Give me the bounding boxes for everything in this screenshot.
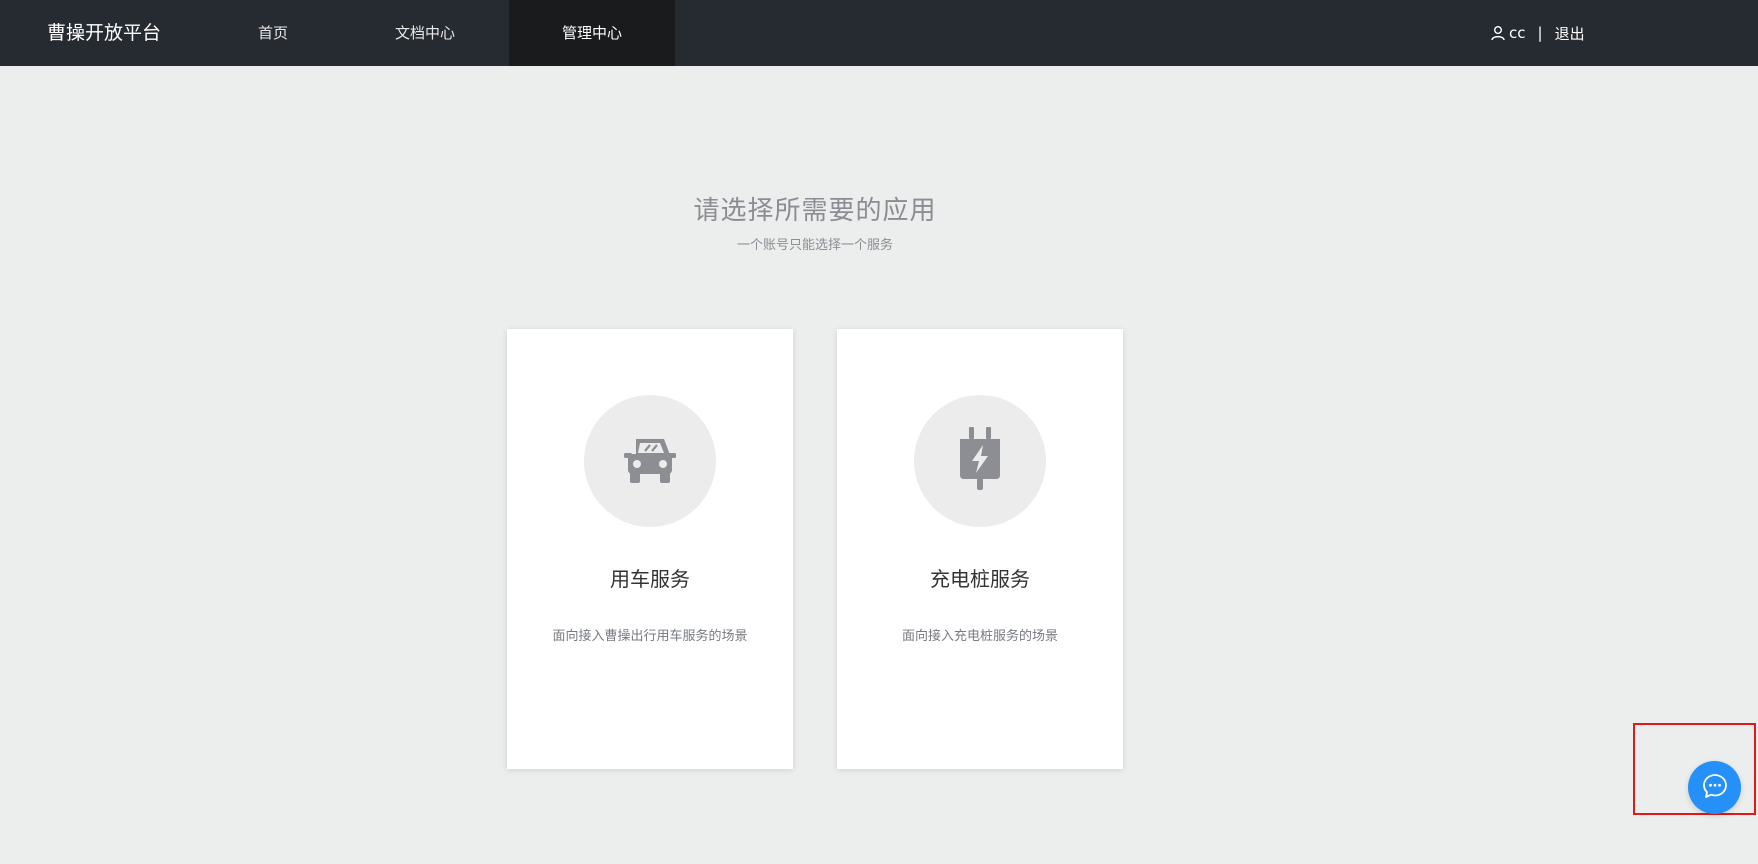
- username[interactable]: cc: [1509, 24, 1526, 42]
- card-icon-circle: [584, 395, 716, 527]
- card-description: 面向接入曹操出行用车服务的场景: [552, 629, 748, 644]
- card-charging-service[interactable]: 充电桩服务 面向接入充电桩服务的场景: [837, 329, 1123, 769]
- card-description: 面向接入充电桩服务的场景: [901, 629, 1058, 644]
- charging-plug-icon: [956, 425, 1004, 497]
- page-title: 请选择所需要的应用: [693, 196, 937, 226]
- user-separator: |: [1537, 24, 1543, 42]
- car-icon: [622, 433, 678, 489]
- card-icon-circle: [914, 395, 1046, 527]
- card-car-service[interactable]: 用车服务 面向接入曹操出行用车服务的场景: [507, 329, 793, 769]
- chat-bubble-icon: [1702, 773, 1728, 803]
- card-title: 充电桩服务: [930, 567, 1030, 591]
- nav-item-home[interactable]: 首页: [228, 0, 318, 66]
- card-title: 用车服务: [610, 567, 690, 591]
- page-subtitle: 一个账号只能选择一个服务: [736, 238, 893, 253]
- logout-link[interactable]: 退出: [1555, 23, 1585, 44]
- nav-item-admin[interactable]: 管理中心: [509, 0, 675, 66]
- chat-button[interactable]: [1688, 761, 1741, 814]
- brand-logo-text[interactable]: 曹操开放平台: [47, 0, 161, 66]
- top-navigation-bar: 曹操开放平台 首页 文档中心 管理中心 cc | 退出: [0, 0, 1758, 66]
- nav-item-docs[interactable]: 文档中心: [380, 0, 470, 66]
- user-area: cc | 退出: [1490, 0, 1585, 66]
- user-icon: [1490, 25, 1506, 41]
